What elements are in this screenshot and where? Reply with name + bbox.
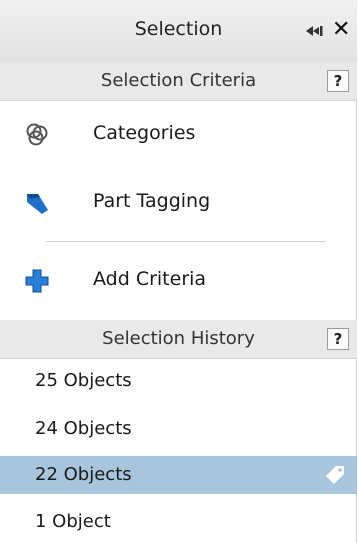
criteria-help-button[interactable]: ? [327, 70, 349, 92]
selection-criteria-header: Selection Criteria ? [0, 62, 357, 101]
history-row-label: 24 Objects [35, 418, 132, 439]
history-help-button[interactable]: ? [327, 328, 349, 350]
selection-panel: Selection ✕ Selection Criteria ? Categor… [0, 0, 357, 543]
history-row-label: 25 Objects [35, 370, 132, 391]
selection-history-title: Selection History [102, 328, 255, 349]
add-criteria-button[interactable]: Add Criteria [0, 251, 357, 309]
criteria-item-label: Categories [93, 122, 196, 144]
criteria-item-label: Part Tagging [93, 190, 211, 212]
categories-icon [26, 123, 48, 146]
history-row[interactable]: 25 Objects [0, 362, 357, 400]
history-row-label: 22 Objects [35, 464, 132, 485]
history-row-label: 1 Object [35, 511, 111, 532]
criteria-item-categories[interactable]: Categories [0, 105, 357, 163]
add-criteria-label: Add Criteria [93, 268, 207, 290]
collapse-panel-icon[interactable] [304, 20, 326, 42]
selection-criteria-title: Selection Criteria [100, 70, 257, 91]
selection-history-header: Selection History ? [0, 320, 357, 359]
history-row-selected[interactable]: 22 Objects [0, 456, 357, 494]
history-row[interactable]: 1 Object [0, 503, 357, 541]
criteria-item-part-tagging[interactable]: Part Tagging [0, 173, 357, 231]
panel-titlebar: Selection ✕ [0, 0, 357, 63]
tag-icon [27, 194, 48, 214]
history-row[interactable]: 24 Objects [0, 410, 357, 448]
criteria-divider [46, 241, 326, 242]
close-icon[interactable]: ✕ [332, 18, 350, 42]
add-icon [25, 269, 49, 293]
tag-icon[interactable] [324, 464, 346, 486]
